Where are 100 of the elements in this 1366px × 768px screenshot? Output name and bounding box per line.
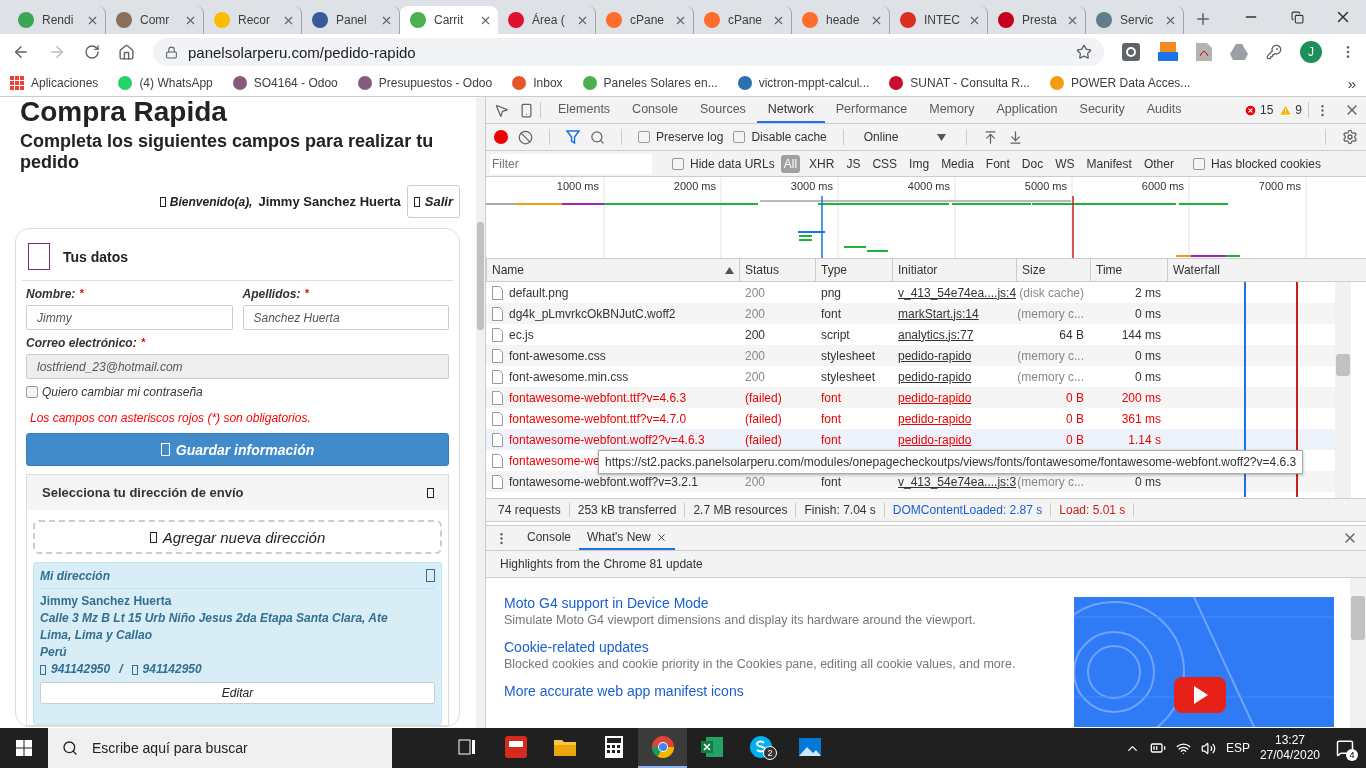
- devtools-tab[interactable]: Audits: [1135, 97, 1193, 123]
- request-name[interactable]: fontawesome-webfont.woff?v=3.2.1: [486, 474, 739, 489]
- drawer-tab[interactable]: Console: [519, 526, 580, 550]
- initiator-link[interactable]: pedido-rapido: [898, 348, 972, 363]
- logout-button[interactable]: Salir: [406, 185, 460, 218]
- browser-tab[interactable]: Recor: [204, 6, 302, 34]
- back-icon[interactable]: [12, 43, 30, 61]
- address-card[interactable]: Mi dirección Jimmy Sanchez Huerta Calle 3 Mz B Lt 15 Urb Niño Jesus 2da Etapa Santa Clara, Ate Lima, Lima y Callao Perú 941142950 / 941142950 Editar: [33, 562, 442, 725]
- browser-app-icon[interactable]: [638, 728, 687, 768]
- warning-count[interactable]: 9: [1295, 103, 1302, 117]
- request-name[interactable]: fontawesome-webfont.woff2?v=4.6.3: [486, 432, 739, 447]
- drive-icon[interactable]: [1230, 44, 1248, 60]
- column-header[interactable]: Size: [1016, 259, 1090, 281]
- text-field[interactable]: Jimmy: [26, 305, 233, 330]
- type-filter[interactable]: Other: [1140, 154, 1177, 173]
- initiator-link[interactable]: pedido-rapido: [898, 411, 972, 426]
- initiator-link[interactable]: pedido-rapido: [898, 390, 972, 405]
- browser-tab[interactable]: Área (: [498, 6, 596, 34]
- search-icon[interactable]: [590, 129, 605, 145]
- bookmark[interactable]: SUNAT - Consulta R...: [889, 76, 1030, 90]
- save-button[interactable]: Guardar información: [26, 433, 449, 466]
- language-indicator[interactable]: ESP: [1225, 741, 1250, 755]
- profile-avatar[interactable]: J: [1300, 41, 1322, 63]
- key-icon[interactable]: [1266, 44, 1282, 60]
- filter-icon[interactable]: [566, 130, 580, 144]
- column-header[interactable]: Initiator: [892, 259, 1016, 281]
- bookmark[interactable]: Paneles Solares en...: [582, 76, 718, 90]
- edit-button[interactable]: Editar: [40, 682, 435, 704]
- throttling-select[interactable]: Online: [859, 130, 950, 144]
- browser-tab[interactable]: Comr: [106, 6, 204, 34]
- devtools-tab[interactable]: Sources: [689, 97, 757, 123]
- devtools-tab[interactable]: Console: [621, 97, 689, 123]
- home-icon[interactable]: [118, 43, 135, 61]
- request-name[interactable]: fontawesome-webfont.ttf?v=4.7.0: [486, 411, 739, 426]
- type-filter[interactable]: Media: [938, 154, 977, 173]
- browser-tab[interactable]: Presta: [988, 6, 1086, 34]
- add-address-button[interactable]: Agregar nueva dirección: [33, 520, 442, 554]
- password-checkbox[interactable]: Quiero cambiar mi contraseña: [26, 385, 449, 399]
- option-checkbox[interactable]: Disable cache: [733, 130, 827, 144]
- scrollbar[interactable]: [1335, 282, 1351, 498]
- type-filter[interactable]: WS: [1052, 154, 1078, 173]
- initiator-link[interactable]: v_413_54e74ea....js:4: [898, 285, 1016, 300]
- request-name[interactable]: default.png: [486, 285, 739, 300]
- request-name[interactable]: dg4k_pLmvrkcOkBNJutC.woff2: [486, 306, 739, 321]
- column-header[interactable]: Type: [815, 259, 892, 281]
- clear-icon[interactable]: [518, 129, 533, 145]
- extension-icon[interactable]: [1158, 42, 1178, 62]
- request-name[interactable]: ec.js: [486, 327, 739, 342]
- request-name[interactable]: font-awesome.min.css: [486, 369, 739, 384]
- feature-link[interactable]: Cookie-related updates: [504, 638, 1074, 657]
- browser-tab[interactable]: Carrit: [400, 6, 498, 34]
- option-checkbox[interactable]: Preserve log: [638, 130, 724, 144]
- option-checkbox[interactable]: Hide data URLs: [672, 156, 775, 171]
- request-name[interactable]: font-awesome.css: [486, 348, 739, 363]
- feature-link[interactable]: More accurate web app manifest icons: [504, 682, 1074, 701]
- column-header[interactable]: Status: [739, 259, 815, 281]
- address-bar[interactable]: panelsolarperu.com/pedido-rapido: [153, 38, 1104, 66]
- column-header[interactable]: Waterfall: [1167, 259, 1335, 281]
- initiator-link[interactable]: markStart.js:14: [898, 306, 979, 321]
- devtools-tab[interactable]: Security: [1068, 97, 1136, 123]
- type-filter[interactable]: Doc: [1018, 154, 1047, 173]
- scrollbar[interactable]: [476, 97, 485, 728]
- browser-tab[interactable]: INTEC: [890, 6, 988, 34]
- search-field[interactable]: Escribe aquí para buscar: [48, 728, 392, 768]
- bookmark[interactable]: (4) WhatsApp: [118, 76, 213, 90]
- settings-icon[interactable]: [1342, 129, 1358, 145]
- filter-field[interactable]: Filter: [490, 153, 652, 174]
- browser-tab[interactable]: Servic: [1086, 6, 1184, 34]
- column-header[interactable]: Name: [486, 259, 739, 281]
- extension-icon[interactable]: [1122, 43, 1140, 61]
- record-button[interactable]: [494, 130, 508, 144]
- more-bookmarks[interactable]: »: [1347, 74, 1356, 92]
- bookmark[interactable]: SO4164 - Odoo: [232, 76, 338, 90]
- bookmark[interactable]: victron-mppt-calcul...: [737, 76, 870, 90]
- browser-tab[interactable]: Panel: [302, 6, 400, 34]
- option-checkbox[interactable]: Has blocked cookies: [1192, 156, 1321, 171]
- initiator-link[interactable]: pedido-rapido: [898, 432, 972, 447]
- text-field[interactable]: Sanchez Huerta: [242, 305, 449, 330]
- type-filter[interactable]: Img: [906, 154, 933, 173]
- request-name[interactable]: fontawesome-webfont.ttf?v=4.6.3: [486, 390, 739, 405]
- wifi-icon[interactable]: [1175, 740, 1191, 756]
- browser-tab[interactable]: Rendi: [8, 6, 106, 34]
- browser-tab[interactable]: heade: [792, 6, 890, 34]
- devtools-tab[interactable]: Elements: [547, 97, 622, 123]
- type-filter[interactable]: XHR: [806, 154, 838, 173]
- reload-icon[interactable]: [84, 44, 100, 60]
- bookmark[interactable]: POWER Data Acces...: [1049, 76, 1191, 90]
- browser-tab[interactable]: cPane: [596, 6, 694, 34]
- volume-icon[interactable]: [1200, 740, 1216, 756]
- bookmark[interactable]: Presupuestos - Odoo: [357, 76, 493, 90]
- type-filter[interactable]: Font: [982, 154, 1013, 173]
- scrollbar[interactable]: [1350, 578, 1366, 728]
- type-filter[interactable]: Manifest: [1083, 154, 1135, 173]
- feature-link[interactable]: Moto G4 support in Device Mode: [504, 594, 1074, 613]
- devtools-tab[interactable]: Application: [985, 97, 1069, 123]
- close-icon[interactable]: [655, 531, 667, 543]
- bookmark[interactable]: Inbox: [512, 76, 563, 90]
- initiator-link[interactable]: analytics.js:77: [898, 327, 974, 342]
- pdf-icon[interactable]: [1196, 43, 1212, 61]
- error-count[interactable]: 15: [1259, 103, 1274, 117]
